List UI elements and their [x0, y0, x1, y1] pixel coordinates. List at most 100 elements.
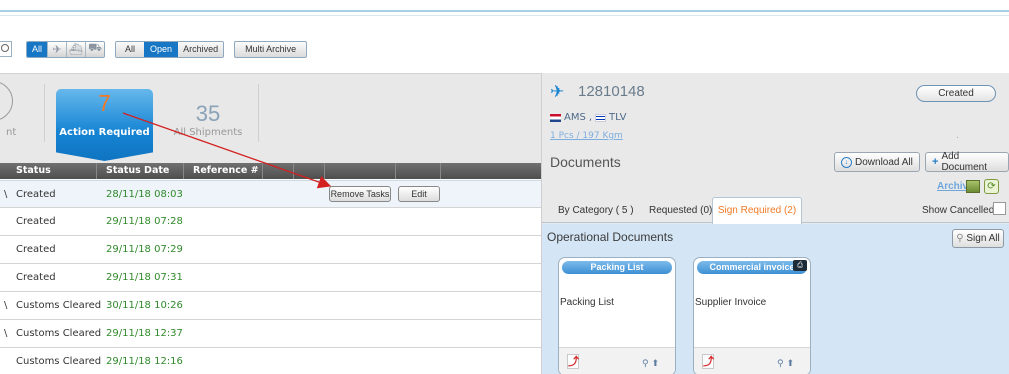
plus-icon: + — [932, 156, 939, 168]
card-header: Packing List — [562, 261, 672, 274]
row-chevron: \ — [4, 328, 8, 339]
table-row[interactable]: \ Created 28/11/18 08:03 Remove Tasks Ed… — [0, 180, 541, 208]
refresh-icon[interactable]: ⟳ — [984, 179, 999, 194]
row-status-date: 29/11/18 07:29 — [106, 244, 183, 255]
download-all-button[interactable]: ↓ Download All — [834, 152, 920, 172]
row-status: Created — [16, 189, 56, 200]
table-row[interactable]: Created 29/11/18 07:31 — [0, 264, 541, 292]
sign-upload-icon[interactable]: ⚲ ⬆ — [642, 359, 659, 369]
row-chevron: \ — [4, 189, 8, 200]
tab-requested[interactable]: Requested (0) — [649, 205, 712, 216]
summary-panel: nt 7 Action Required 35 All Shipments — [0, 73, 541, 163]
search-icon[interactable] — [0, 41, 12, 57]
tab-sign-required[interactable]: Sign Required (2) — [712, 197, 802, 224]
filter-toolbar: All ✈ ⛴ ⛟ All Open Archived Multi Archiv… — [0, 40, 308, 58]
tab-by-category[interactable]: By Category ( 5 ) — [558, 205, 634, 216]
filter-archived-button[interactable]: Archived — [178, 41, 224, 57]
side-dot: . — [956, 131, 959, 141]
table-row[interactable]: Created 29/11/18 07:29 — [0, 236, 541, 264]
route-separator: , — [588, 112, 593, 123]
row-status-date: 28/11/18 08:03 — [106, 189, 183, 200]
add-document-button[interactable]: + Add Document — [925, 151, 1009, 173]
row-chevron: \ — [4, 300, 8, 311]
row-status-date: 29/11/18 12:37 — [106, 328, 183, 339]
air-icon[interactable]: ✈ — [47, 41, 67, 57]
header-separator — [324, 163, 325, 179]
status-badge: Created — [916, 85, 996, 102]
card-header: Commercial invoice — [697, 261, 807, 274]
filter-all-button[interactable]: All — [116, 41, 145, 57]
summary-circle[interactable] — [0, 81, 13, 121]
document-card[interactable]: Packing List Packing List ⤴ ⚲ ⬆ — [558, 257, 676, 374]
table-row[interactable]: \ Customs Cleared 29/11/18 12:37 — [0, 320, 541, 348]
header-separator — [293, 163, 294, 179]
add-document-label: Add Document — [941, 151, 988, 173]
download-icon: ↓ — [841, 156, 852, 168]
route-origin: AMS — [564, 112, 586, 123]
header-reference[interactable]: Reference # — [193, 165, 259, 176]
all-shipments-count[interactable]: 35 — [163, 101, 253, 127]
top-divider-thin — [0, 15, 1009, 16]
summary-separator — [44, 84, 45, 142]
archive-box-icon[interactable] — [966, 180, 980, 193]
action-required-tab[interactable]: 7 Action Required — [56, 89, 153, 161]
route-destination: TLV — [609, 112, 627, 123]
header-separator — [96, 163, 97, 179]
mode-all-button[interactable]: All — [27, 41, 48, 57]
truck-icon[interactable]: ⛟ — [85, 41, 105, 57]
route: AMS , TLV — [550, 112, 626, 123]
remove-tasks-button[interactable]: Remove Tasks — [329, 186, 391, 202]
header-separator — [183, 163, 184, 179]
filter-open-button[interactable]: Open — [144, 41, 179, 57]
summary-separator — [258, 84, 259, 142]
all-shipments-label[interactable]: All Shipments — [163, 127, 253, 138]
row-status: Customs Cleared — [16, 328, 102, 339]
status-filter-group: All Open Archived — [115, 40, 225, 58]
scan-icon[interactable]: ⎙ — [793, 260, 807, 271]
show-cancelled-checkbox[interactable] — [993, 202, 1006, 215]
shipment-id: 12810148 — [578, 83, 645, 100]
row-status-date: 30/11/18 10:26 — [106, 300, 183, 311]
sign-all-label: Sign All — [966, 233, 1000, 244]
documents-tabs: By Category ( 5 ) Requested (0) Sign Req… — [542, 197, 1009, 224]
airplane-icon: ✈ — [550, 82, 565, 102]
edit-button[interactable]: Edit — [398, 186, 440, 202]
header-separator — [262, 163, 263, 179]
sea-icon[interactable]: ⛴ — [66, 41, 86, 57]
show-cancelled-label: Show Cancelled — [922, 205, 995, 216]
row-status-date: 29/11/18 12:16 — [106, 356, 183, 367]
sign-all-button[interactable]: ⚲ Sign All — [952, 229, 1004, 248]
header-status-date[interactable]: Status Date — [106, 165, 169, 176]
sign-upload-icon[interactable]: ⚲ ⬆ — [777, 359, 794, 369]
netherlands-flag-icon — [550, 113, 561, 122]
multi-archive-button[interactable]: Multi Archive — [234, 40, 308, 58]
pdf-icon[interactable]: ⤴ — [702, 354, 714, 369]
header-status[interactable]: Status — [16, 165, 51, 176]
operational-documents-section: Operational Documents ⚲ Sign All Packing… — [542, 224, 1009, 374]
card-body: Supplier Invoice — [695, 297, 767, 308]
row-status: Customs Cleared — [16, 356, 102, 367]
download-all-label: Download All — [855, 156, 913, 168]
action-required-label: Action Required — [59, 127, 150, 138]
mode-filter-group: All ✈ ⛴ ⛟ — [26, 40, 106, 58]
table-row[interactable]: Customs Cleared 29/11/18 12:16 — [0, 348, 541, 374]
section-title: Operational Documents — [547, 230, 674, 244]
row-status: Created — [16, 244, 56, 255]
documents-title: Documents — [550, 154, 621, 170]
top-divider — [0, 10, 1009, 12]
action-required-count: 7 — [98, 90, 111, 116]
header-separator — [440, 163, 441, 179]
header-separator — [395, 163, 396, 179]
row-status-date: 29/11/18 07:28 — [106, 216, 183, 227]
row-status: Created — [16, 272, 56, 283]
row-status-date: 29/11/18 07:31 — [106, 272, 183, 283]
pieces-weight-link[interactable]: 1 Pcs / 197 Kgm — [550, 131, 623, 141]
document-card[interactable]: Commercial invoice ⎙ Supplier Invoice ⤴ … — [693, 257, 811, 374]
table-row[interactable]: \ Customs Cleared 30/11/18 10:26 — [0, 292, 541, 320]
signature-icon: ⚲ — [956, 233, 964, 244]
row-status: Customs Cleared — [16, 300, 102, 311]
row-status: Created — [16, 216, 56, 227]
card-footer: ⤴ ⚲ ⬆ — [559, 347, 675, 374]
pdf-icon[interactable]: ⤴ — [567, 354, 579, 369]
table-row[interactable]: Created 29/11/18 07:28 — [0, 208, 541, 236]
